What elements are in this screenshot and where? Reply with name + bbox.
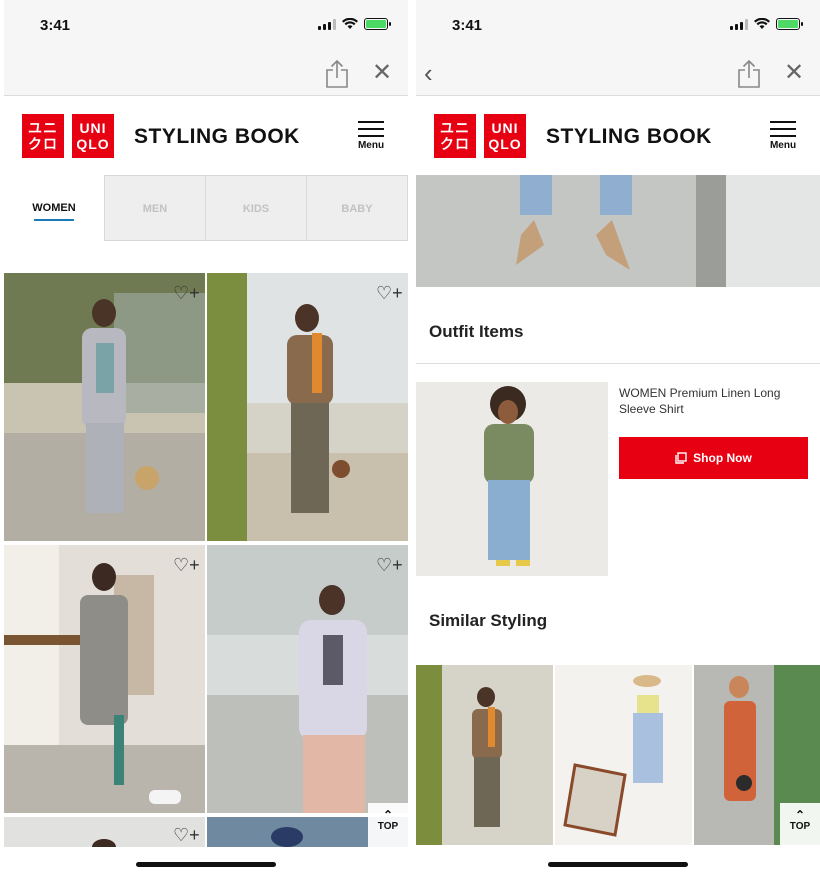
- styling-tile[interactable]: ♡+: [207, 545, 408, 813]
- logo-latin: UNI QLO: [484, 114, 526, 158]
- shop-now-button[interactable]: Shop Now: [619, 437, 808, 479]
- chevron-up-icon: ⌃: [794, 808, 806, 822]
- tab-baby[interactable]: BABY: [307, 175, 408, 241]
- styling-photo: [4, 273, 205, 541]
- browser-toolbar: ‹ ✕: [416, 52, 820, 96]
- styling-detail-screen: 3:41 ‹ ✕ ユニ クロ UNI QLO STYLING BOOK Menu O…: [416, 0, 820, 875]
- styling-tile[interactable]: ♡+: [207, 273, 408, 541]
- styling-tile[interactable]: ♡+: [4, 273, 205, 541]
- cellular-signal-icon: [318, 18, 336, 30]
- category-tabs: WOMEN MEN KIDS BABY: [4, 175, 408, 241]
- logo-katakana: ユニ クロ: [22, 114, 64, 158]
- page-title: STYLING BOOK: [546, 125, 712, 148]
- outfit-items-title: Outfit Items: [429, 322, 524, 341]
- status-icons: [318, 18, 391, 30]
- status-icons: [730, 18, 803, 30]
- heart-plus-icon[interactable]: ♡+: [173, 283, 200, 303]
- status-time: 3:41: [40, 17, 71, 34]
- product-image[interactable]: [416, 382, 608, 576]
- styling-photo: [4, 545, 205, 813]
- styling-book-list-screen: 3:41 ✕ ユニ クロ UNI QLO STYLING BOOK Menu WOM…: [4, 0, 408, 875]
- styling-photo: [207, 545, 408, 813]
- heart-plus-icon[interactable]: ♡+: [173, 825, 200, 845]
- menu-button[interactable]: Menu: [766, 121, 800, 151]
- heart-plus-icon[interactable]: ♡+: [173, 555, 200, 575]
- tab-men[interactable]: MEN: [105, 175, 206, 241]
- menu-icon: [358, 121, 384, 123]
- site-header: ユニ クロ UNI QLO STYLING BOOK Menu: [4, 97, 408, 175]
- scroll-top-button[interactable]: ⌃ TOP: [780, 803, 820, 847]
- styling-hero-photo: [416, 175, 820, 287]
- status-bar: 3:41: [416, 0, 820, 52]
- home-indicator: [548, 862, 688, 867]
- styling-photo: [207, 273, 408, 541]
- home-indicator: [136, 862, 276, 867]
- battery-icon: [364, 18, 391, 30]
- similar-styling-tile[interactable]: [416, 665, 553, 845]
- battery-icon: [776, 18, 803, 30]
- similar-styling-row: [416, 665, 820, 845]
- logo-katakana: ユニ クロ: [434, 114, 476, 158]
- close-icon[interactable]: ✕: [782, 61, 806, 85]
- menu-icon: [770, 121, 796, 123]
- similar-styling-title: Similar Styling: [429, 611, 548, 630]
- status-time: 3:41: [452, 17, 483, 34]
- logo-latin: UNI QLO: [72, 114, 114, 158]
- close-icon[interactable]: ✕: [370, 61, 394, 85]
- scroll-top-button[interactable]: ⌃ TOP: [368, 803, 408, 847]
- back-icon[interactable]: ‹: [424, 60, 448, 86]
- similar-styling-tile[interactable]: [555, 665, 692, 845]
- share-icon[interactable]: [324, 59, 350, 89]
- uniqlo-logo[interactable]: ユニ クロ UNI QLO: [22, 114, 114, 158]
- site-header: ユニ クロ UNI QLO STYLING BOOK Menu: [416, 97, 820, 175]
- share-icon[interactable]: [736, 59, 762, 89]
- tab-women[interactable]: WOMEN: [4, 175, 105, 241]
- styling-tile[interactable]: ♡+: [4, 817, 205, 847]
- heart-plus-icon[interactable]: ♡+: [376, 283, 403, 303]
- browser-toolbar: ✕: [4, 52, 408, 96]
- tab-kids[interactable]: KIDS: [206, 175, 307, 241]
- wifi-icon: [342, 18, 358, 29]
- chevron-up-icon: ⌃: [382, 808, 394, 822]
- external-link-icon: [675, 452, 687, 464]
- product-name[interactable]: WOMEN Premium Linen Long Sleeve Shirt: [619, 385, 809, 417]
- styling-tile[interactable]: ♡+: [4, 545, 205, 813]
- page-title: STYLING BOOK: [134, 125, 300, 148]
- wifi-icon: [754, 18, 770, 29]
- status-bar: 3:41: [4, 0, 408, 52]
- cellular-signal-icon: [730, 18, 748, 30]
- divider: [416, 363, 820, 364]
- uniqlo-logo[interactable]: ユニ クロ UNI QLO: [434, 114, 526, 158]
- heart-plus-icon[interactable]: ♡+: [376, 555, 403, 575]
- menu-button[interactable]: Menu: [354, 121, 388, 151]
